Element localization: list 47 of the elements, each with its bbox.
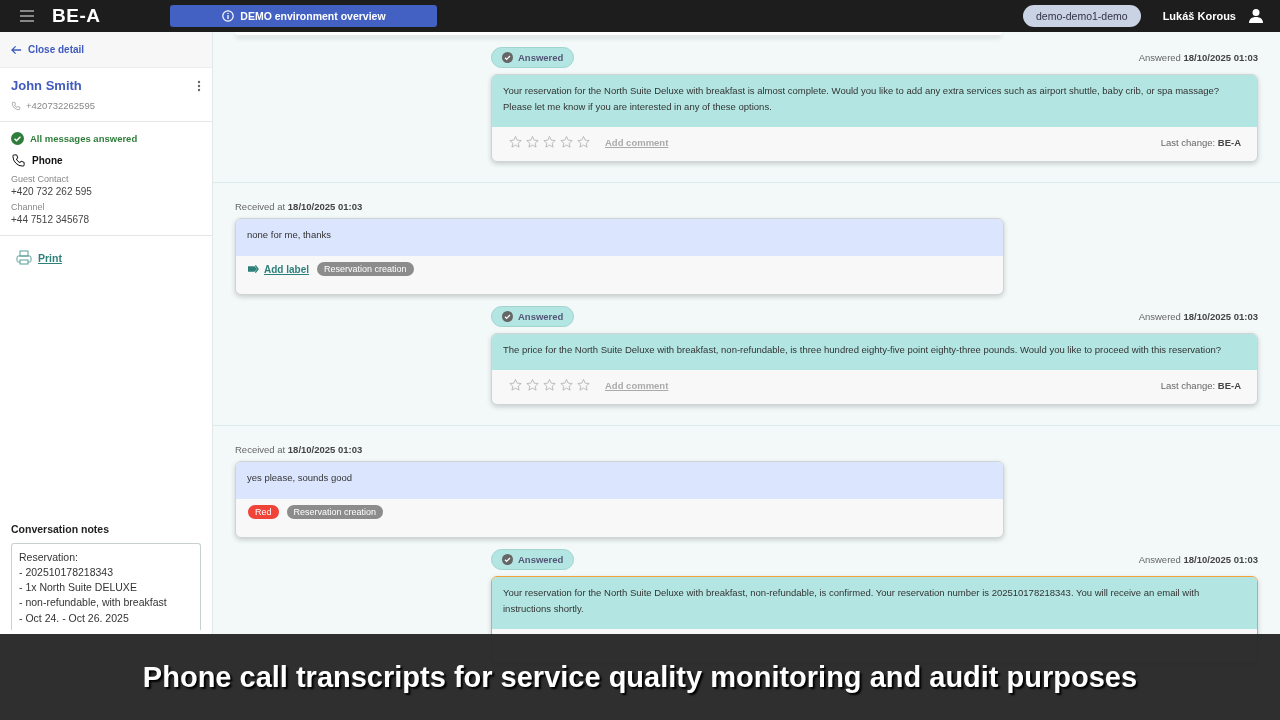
phone-icon [11, 100, 21, 111]
label-tag: Reservation creation [286, 505, 384, 519]
received-time: Received at 18/10/2025 01:03 [235, 444, 364, 455]
check-icon [11, 132, 24, 145]
environment-chip[interactable]: demo-demo1-demo [1023, 5, 1141, 27]
field-label: Guest Contact [11, 174, 70, 184]
add-label-link[interactable]: Add label [248, 263, 309, 275]
caption: Phone call transcripts for service quality monitoring and audit purposes [0, 634, 1280, 720]
last-change: Last change: BE-A [1160, 379, 1241, 391]
answered-time: Answered 18/10/2025 01:03 [1138, 311, 1258, 322]
reply-text: Your reservation for the North Suite Deluxe with breakfast is almost complete. Would you like to add any extra services such as airport shuttle, baby crib, or spa massage? Please let me know if you are interested in any of these options. [492, 75, 1257, 127]
label-tag: Red [248, 505, 279, 519]
channel-type: Phone [32, 155, 63, 166]
print-link[interactable]: Print [38, 251, 62, 264]
phone-icon [11, 153, 26, 168]
more-icon[interactable] [197, 79, 201, 92]
message-text: yes please, sounds good [236, 462, 1003, 499]
user-icon[interactable] [1248, 8, 1264, 24]
contact-name: John Smith [11, 78, 82, 93]
last-change: Last change: BE-A [1160, 136, 1241, 148]
menu-icon[interactable] [20, 10, 34, 22]
notes-field[interactable]: Reservation: - 202510178218343 - 1x North Suite DELUXE - non-refundable, with breakfast - Oct 24. - Oct 26. 2025 [11, 542, 201, 630]
received-time: Received at 18/10/2025 01:03 [235, 201, 364, 212]
answered-time: Answered 18/10/2025 01:03 [1138, 554, 1258, 565]
answered-time: Answered 18/10/2025 01:03 [1138, 52, 1258, 63]
label-tag: Reservation creation [317, 262, 414, 276]
message-text: none for me, thanks [236, 219, 1003, 256]
reply-text: Your reservation for the North Suite Deluxe with breakfast, non-refundable, is confirmed. Your reservation number is 202510178218343. You will receive an email with instructions shortly. [492, 577, 1257, 629]
notes-title: Conversation notes [11, 522, 111, 535]
star-rating[interactable] [508, 378, 591, 392]
user-name[interactable]: Lukáš Korous [1162, 10, 1236, 22]
status-text: All messages answered [30, 133, 138, 144]
printer-icon [16, 250, 32, 265]
demo-banner[interactable]: DEMO environment overview [170, 5, 438, 27]
contact-phone: +420732262595 [26, 100, 95, 111]
status-badge: Answered [491, 306, 575, 327]
status-badge: Answered [491, 549, 575, 570]
close-detail-link[interactable]: Close detail [0, 32, 212, 68]
field-label: Channel [11, 202, 46, 212]
star-rating[interactable] [508, 135, 591, 149]
back-arrow-icon [11, 44, 22, 55]
status-badge: Answered [491, 47, 575, 68]
field-value: +44 7512 345678 [11, 214, 91, 225]
field-value: +420 732 262 595 [11, 186, 93, 197]
logo: BE-A [52, 5, 101, 27]
reply-text: The price for the North Suite Deluxe with breakfast, non-refundable, is three hundred eighty-five point eighty-three pounds. Would you like to proceed with this reservation? [492, 334, 1257, 370]
tag-icon [248, 264, 259, 274]
